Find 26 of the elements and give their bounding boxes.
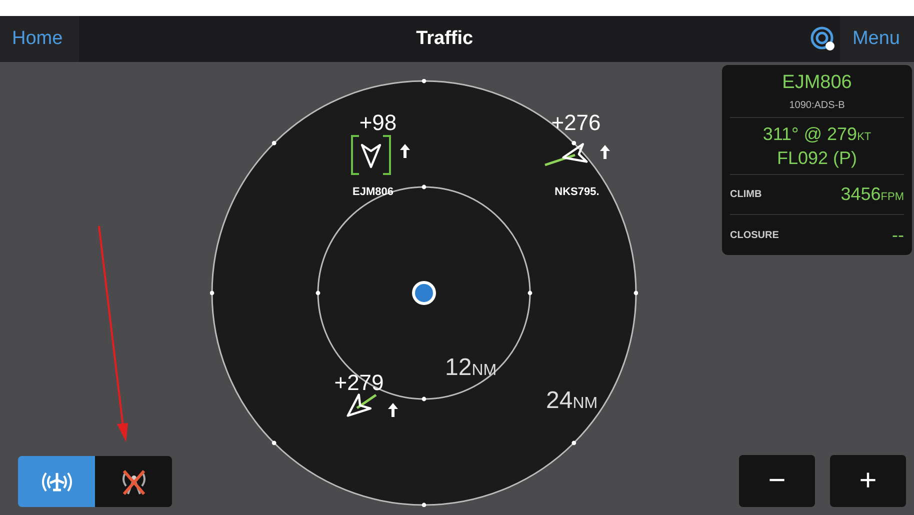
traffic-off-toggle[interactable] [95,456,172,507]
callsign-text: EJM806 [781,71,853,95]
row-label: CLOSURE [730,228,779,243]
altitude-label: +98 [359,110,397,135]
altitude-label: +276 [551,110,601,135]
range-label: 12NM [445,354,497,381]
row-label: CLIMB [730,188,762,202]
row-value: 3456FPM [840,183,904,206]
callsign-label: NKS795. [554,186,600,198]
range-label: 24NM [546,387,598,414]
aircraft-icon[interactable] [351,135,391,175]
aircraft-icon[interactable] [346,394,377,417]
ownship-icon [412,281,436,305]
traffic-on-toggle[interactable] [18,456,95,507]
radar-icon[interactable] [810,26,836,52]
zoom-out-button[interactable]: − [739,455,815,507]
source-text: 1090:ADS-B [788,98,846,112]
row-value: -- [892,224,904,247]
callsign-label: EJM806 [352,186,394,198]
home-button[interactable]: Home [0,16,79,62]
screen-title: Traffic [415,26,474,51]
track-speed-text: 311° @ 279KT [762,122,872,146]
menu-button[interactable]: Menu [840,16,914,62]
aircraft-icon[interactable] [544,143,588,166]
zoom-in-button[interactable]: + [830,455,906,507]
flight-level-text: FL092 (P) [776,146,858,170]
